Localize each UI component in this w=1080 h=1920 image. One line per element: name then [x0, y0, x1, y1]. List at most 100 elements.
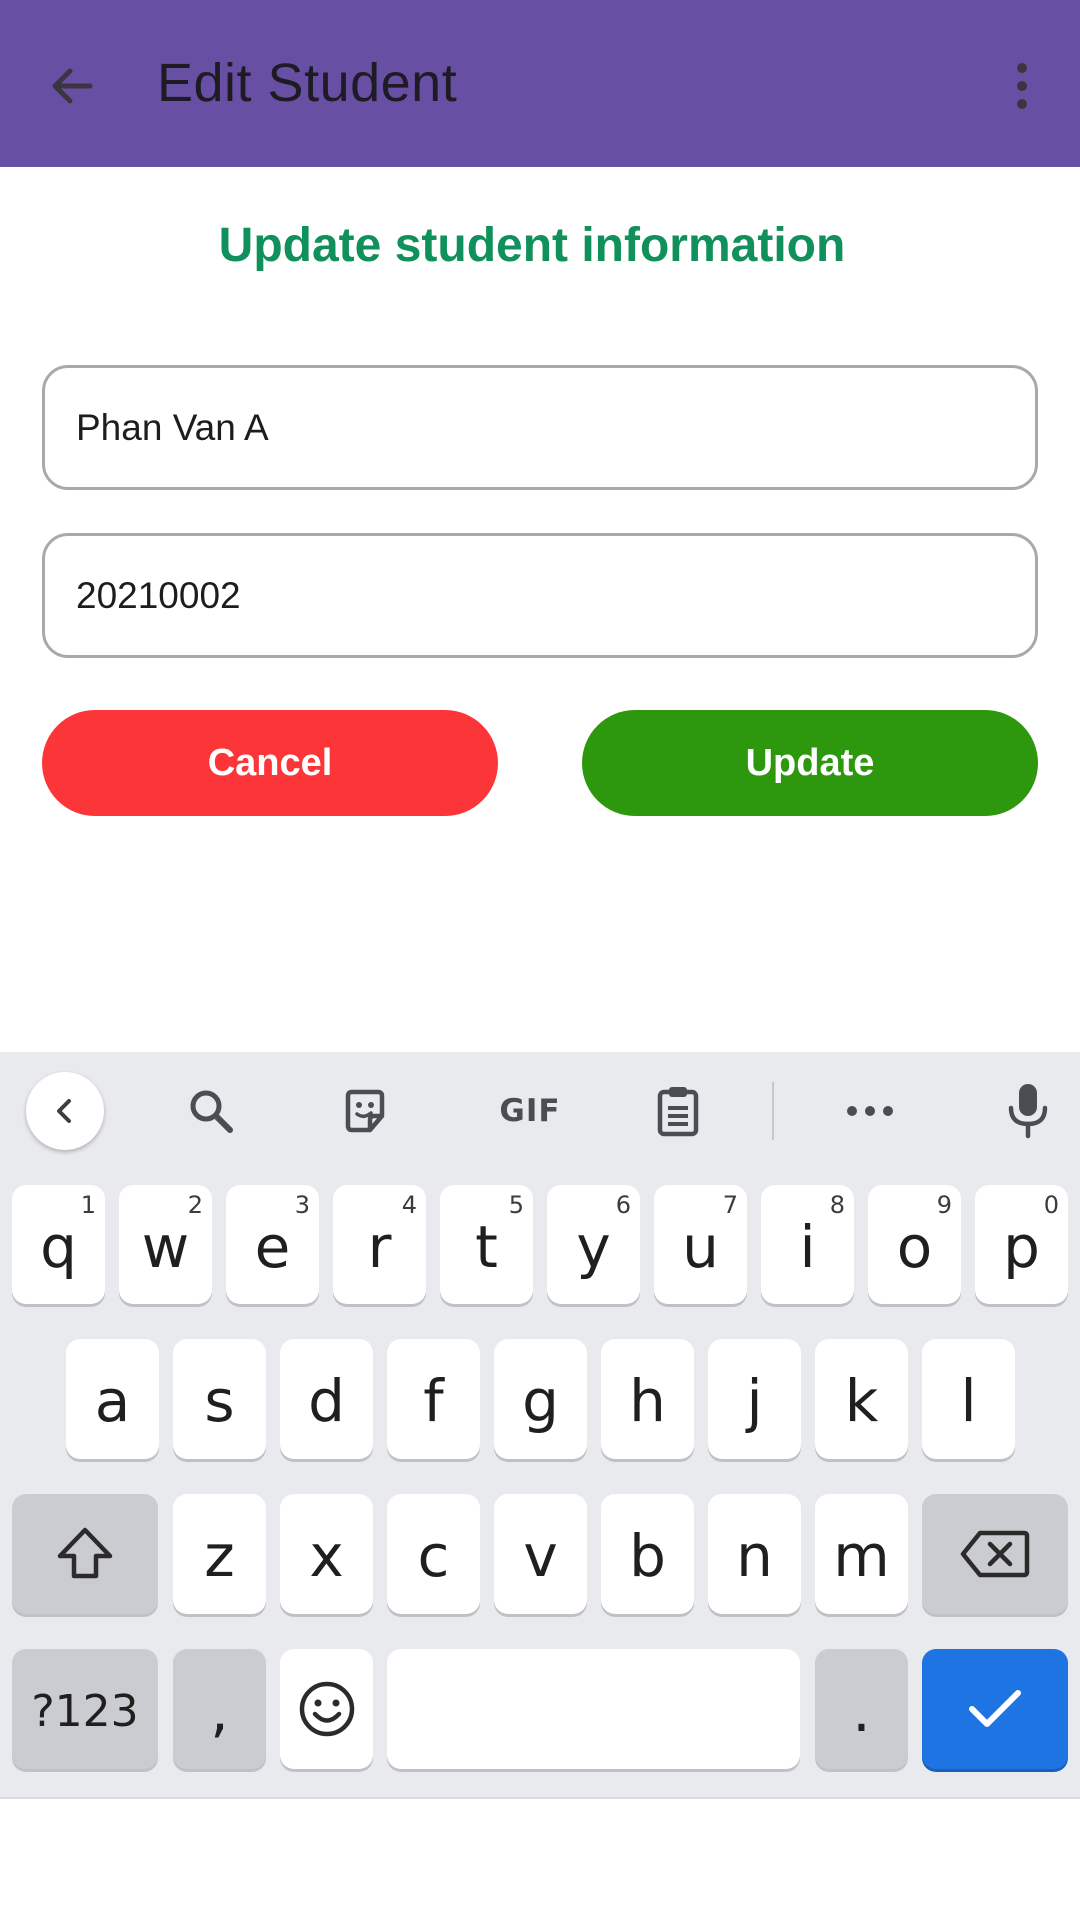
key-p[interactable]: 0p — [975, 1185, 1068, 1304]
key-label: w — [141, 1212, 190, 1281]
cancel-button[interactable]: Cancel — [42, 710, 498, 816]
more-horiz-icon[interactable] — [835, 1076, 905, 1146]
period-key[interactable]: . — [815, 1649, 908, 1769]
key-hint: 3 — [294, 1191, 310, 1219]
key-hint: 0 — [1043, 1191, 1059, 1219]
student-name-field[interactable] — [42, 365, 1038, 490]
key-r[interactable]: 4r — [333, 1185, 426, 1304]
chevron-left-icon[interactable] — [26, 1072, 104, 1150]
key-label: h — [629, 1367, 666, 1435]
key-label: m — [833, 1522, 890, 1590]
key-label: x — [309, 1522, 344, 1590]
emoji-icon — [299, 1681, 354, 1737]
toolbar-divider — [772, 1082, 774, 1140]
key-hint: 6 — [615, 1191, 631, 1219]
key-hint: 8 — [829, 1191, 845, 1219]
sticker-icon[interactable] — [330, 1076, 400, 1146]
key-i[interactable]: 8i — [761, 1185, 854, 1304]
shift-icon — [57, 1527, 113, 1579]
key-x[interactable]: x — [280, 1494, 373, 1614]
student-id-field[interactable] — [42, 533, 1038, 658]
shift-key[interactable] — [12, 1494, 158, 1614]
key-hint: 4 — [401, 1191, 417, 1219]
key-a[interactable]: a — [66, 1339, 159, 1459]
key-label: u — [682, 1212, 719, 1281]
key-label: n — [736, 1522, 773, 1590]
key-label: l — [960, 1367, 977, 1435]
key-d[interactable]: d — [280, 1339, 373, 1459]
key-label: e — [254, 1212, 291, 1281]
key-m[interactable]: m — [815, 1494, 908, 1614]
key-label: ?123 — [31, 1685, 139, 1737]
key-label: v — [523, 1522, 558, 1590]
key-f[interactable]: f — [387, 1339, 480, 1459]
key-hint: 5 — [508, 1191, 524, 1219]
key-n[interactable]: n — [708, 1494, 801, 1614]
key-label: z — [204, 1522, 235, 1590]
key-hint: 9 — [936, 1191, 952, 1219]
key-o[interactable]: 9o — [868, 1185, 961, 1304]
form-heading: Update student information — [218, 219, 846, 272]
clipboard-icon[interactable] — [643, 1076, 713, 1146]
key-h[interactable]: h — [601, 1339, 694, 1459]
bottom-blank-area — [0, 1797, 1080, 1920]
backspace-key[interactable] — [922, 1494, 1068, 1614]
key-label: p — [1003, 1212, 1040, 1281]
more-vert-icon[interactable] — [1000, 58, 1044, 114]
key-hint: 7 — [722, 1191, 738, 1219]
backspace-icon — [960, 1530, 1030, 1578]
symbols-key[interactable]: ?123 — [12, 1649, 158, 1769]
key-label: y — [576, 1212, 611, 1281]
check-icon — [969, 1690, 1021, 1727]
key-y[interactable]: 6y — [547, 1185, 640, 1304]
key-c[interactable]: c — [387, 1494, 480, 1614]
soft-keyboard: GIF 1q 2w 3e 4r 5t 6y 7u 8i 9o 0p a s d … — [0, 1052, 1080, 1797]
page-title: Edit Student — [157, 53, 458, 113]
key-label: f — [423, 1367, 444, 1435]
key-label: q — [40, 1212, 77, 1281]
key-b[interactable]: b — [601, 1494, 694, 1614]
student-id-input[interactable] — [45, 536, 1035, 655]
key-label: r — [367, 1212, 392, 1281]
mic-icon[interactable] — [993, 1076, 1063, 1146]
emoji-key[interactable] — [280, 1649, 373, 1769]
key-s[interactable]: s — [173, 1339, 266, 1459]
gif-icon[interactable]: GIF — [485, 1076, 575, 1146]
app-bar: Edit Student — [0, 0, 1080, 167]
key-q[interactable]: 1q — [12, 1185, 105, 1304]
key-label: b — [629, 1522, 666, 1590]
key-label: s — [204, 1367, 235, 1435]
key-label: , — [210, 1677, 229, 1745]
key-label: i — [799, 1212, 816, 1281]
key-label: d — [308, 1367, 345, 1435]
key-label: g — [522, 1367, 559, 1435]
student-name-input[interactable] — [45, 368, 1035, 487]
update-button[interactable]: Update — [582, 710, 1038, 816]
search-icon[interactable] — [176, 1076, 246, 1146]
key-w[interactable]: 2w — [119, 1185, 212, 1304]
key-label: k — [844, 1367, 879, 1435]
key-v[interactable]: v — [494, 1494, 587, 1614]
key-j[interactable]: j — [708, 1339, 801, 1459]
enter-key[interactable] — [922, 1649, 1068, 1769]
key-label: a — [94, 1367, 131, 1435]
key-hint: 1 — [80, 1191, 96, 1219]
key-g[interactable]: g — [494, 1339, 587, 1459]
key-e[interactable]: 3e — [226, 1185, 319, 1304]
key-label: j — [746, 1367, 763, 1435]
key-u[interactable]: 7u — [654, 1185, 747, 1304]
key-k[interactable]: k — [815, 1339, 908, 1459]
key-t[interactable]: 5t — [440, 1185, 533, 1304]
key-z[interactable]: z — [173, 1494, 266, 1614]
key-label: o — [896, 1212, 933, 1281]
arrow-back-icon[interactable] — [44, 58, 100, 114]
comma-key[interactable]: , — [173, 1649, 266, 1769]
space-key[interactable] — [387, 1649, 800, 1769]
key-label: t — [475, 1212, 498, 1281]
gif-label: GIF — [499, 1093, 561, 1129]
keyboard-toolbar: GIF — [0, 1052, 1080, 1168]
key-hint: 2 — [187, 1191, 203, 1219]
key-l[interactable]: l — [922, 1339, 1015, 1459]
key-label: . — [852, 1677, 871, 1745]
key-label: c — [417, 1522, 450, 1590]
